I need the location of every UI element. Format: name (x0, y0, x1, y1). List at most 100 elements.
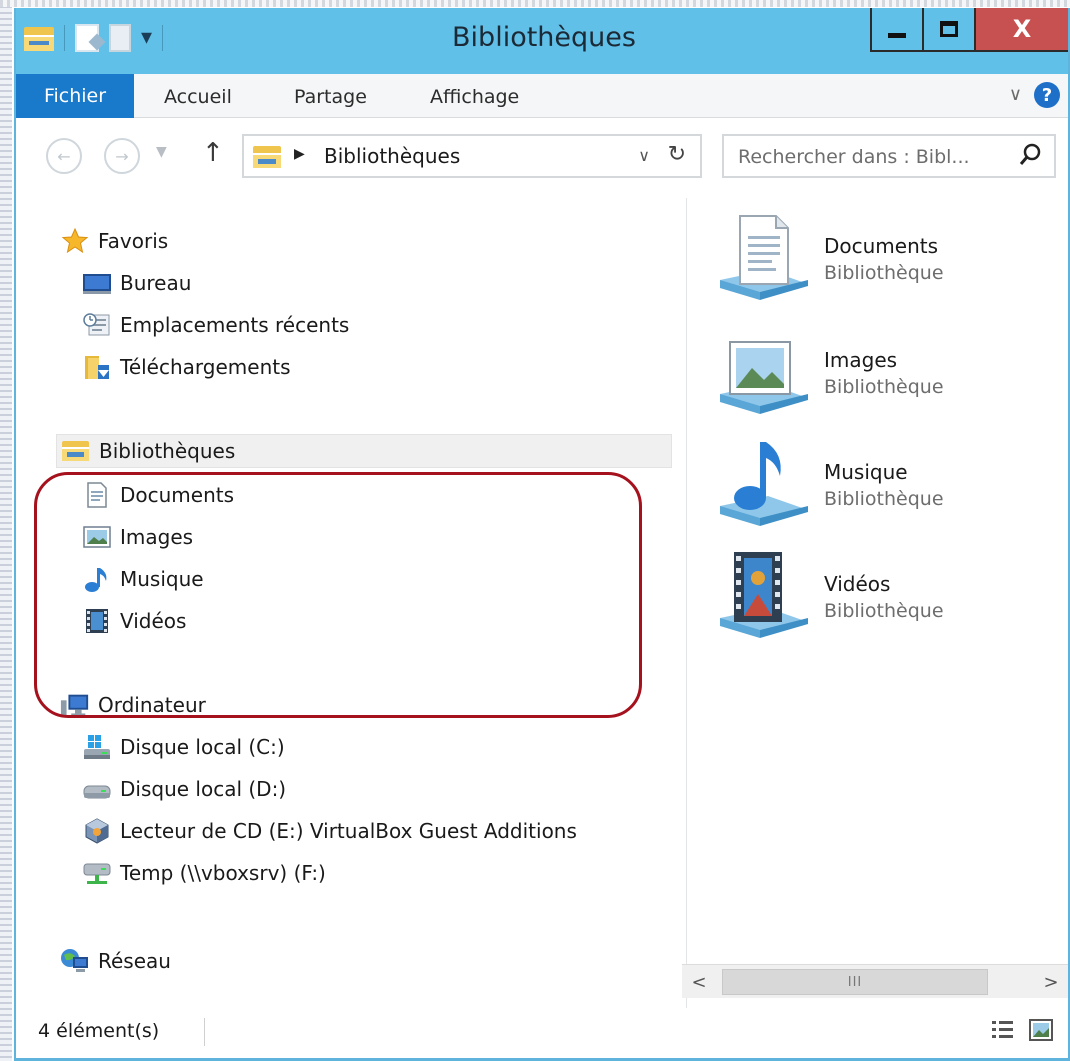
nav-label: Vidéos (120, 609, 187, 633)
maximize-icon (940, 21, 958, 37)
recent-places-icon (82, 312, 112, 338)
nav-label: Emplacements récents (120, 313, 350, 337)
images-icon (82, 524, 112, 550)
nav-label: Bureau (120, 271, 192, 295)
nav-label: Réseau (98, 949, 171, 973)
nav-favoris[interactable]: Favoris (60, 224, 168, 258)
address-bar[interactable]: ▶ Bibliothèques ∨ ↻ (242, 134, 702, 178)
breadcrumb-arrow-icon[interactable]: ▶ (294, 146, 305, 162)
ribbon-tabs: Fichier Accueil Partage Affichage ∨ ? (16, 74, 1068, 118)
nav-label: Musique (120, 567, 204, 591)
nav-documents[interactable]: Documents (82, 478, 234, 512)
star-icon (60, 227, 90, 254)
refresh-icon[interactable]: ↻ (668, 142, 686, 167)
scrollbar-thumb[interactable]: III (722, 969, 988, 995)
music-library-icon (720, 442, 808, 526)
nav-label: Favoris (98, 229, 169, 253)
search-input[interactable] (736, 142, 1006, 172)
background-dashed-margin (0, 0, 12, 1061)
window-controls: X (870, 8, 1068, 52)
forward-button[interactable]: → (104, 138, 140, 174)
nav-images[interactable]: Images (82, 520, 193, 554)
nav-emplacements-recents[interactable]: Emplacements récents (82, 308, 349, 342)
nav-telechargements[interactable]: Téléchargements (82, 350, 291, 384)
tab-partage[interactable]: Partage (294, 86, 367, 108)
music-icon (82, 566, 112, 592)
library-musique[interactable]: Musique Bibliothèque (714, 436, 1054, 536)
nav-label: Disque local (C:) (120, 735, 285, 759)
search-icon[interactable] (1018, 142, 1042, 170)
back-button[interactable]: ← (46, 138, 82, 174)
nav-videos[interactable]: Vidéos (82, 604, 186, 638)
library-documents[interactable]: Documents Bibliothèque (714, 210, 1054, 310)
expand-ribbon-chevron-icon[interactable]: ∨ (1009, 84, 1022, 105)
navigation-bar: ← → ▼ ↑ ▶ Bibliothèques ∨ ↻ (16, 118, 1068, 198)
navigation-pane: Favoris Bureau Emplacements récents Télé… (16, 198, 686, 1008)
close-button[interactable]: X (974, 8, 1068, 52)
documents-icon (82, 482, 112, 508)
computer-icon (60, 692, 90, 718)
library-name: Musique (824, 460, 908, 484)
pane-divider[interactable] (686, 198, 687, 1008)
tab-fichier[interactable]: Fichier (16, 74, 134, 118)
address-history-dropdown-icon[interactable]: ∨ (638, 146, 650, 165)
nav-label: Documents (120, 483, 235, 507)
nav-disque-local-c[interactable]: Disque local (C:) (82, 730, 285, 764)
nav-musique[interactable]: Musique (82, 562, 204, 596)
nav-label: Temp (\\vboxsrv) (F:) (120, 861, 326, 885)
title-bar: ▾ Bibliothèques X (16, 8, 1068, 74)
library-images[interactable]: Images Bibliothèque (714, 324, 1054, 424)
nav-ordinateur[interactable]: Ordinateur (60, 688, 206, 722)
nav-label: Disque local (D:) (120, 777, 287, 801)
nav-disque-local-d[interactable]: Disque local (D:) (82, 772, 286, 806)
horizontal-scrollbar[interactable]: < III > (682, 964, 1068, 998)
minimize-icon (888, 32, 906, 38)
explorer-window: ▾ Bibliothèques X Fichier Accueil Partag… (14, 8, 1070, 1061)
libraries-icon (61, 438, 91, 464)
library-name: Documents (824, 234, 939, 258)
background-dashed-top (0, 0, 1070, 7)
library-type: Bibliothèque (824, 262, 944, 284)
nav-label: Images (120, 525, 194, 549)
library-type: Bibliothèque (824, 600, 944, 622)
status-separator (204, 1018, 205, 1046)
search-box[interactable] (722, 134, 1056, 178)
network-drive-icon (82, 860, 112, 886)
nav-label: Bibliothèques (99, 439, 236, 463)
videos-icon (82, 608, 112, 634)
library-videos[interactable]: Vidéos Bibliothèque (714, 548, 1054, 648)
tab-affichage[interactable]: Affichage (430, 86, 519, 108)
nav-temp-f[interactable]: Temp (\\vboxsrv) (F:) (82, 856, 326, 890)
hard-drive-icon (82, 776, 112, 802)
scroll-left-button[interactable]: < (684, 965, 714, 999)
scroll-right-button[interactable]: > (1036, 965, 1066, 999)
nav-reseau[interactable]: Réseau (60, 944, 171, 978)
large-icons-view-icon[interactable] (1028, 1018, 1054, 1042)
nav-label: Téléchargements (120, 355, 291, 379)
nav-label: Ordinateur (98, 693, 206, 717)
tab-accueil[interactable]: Accueil (164, 86, 232, 108)
status-bar: 4 élément(s) (16, 1008, 1068, 1058)
nav-lecteur-cd-e[interactable]: Lecteur de CD (E:) VirtualBox Guest Addi… (82, 814, 577, 848)
system-drive-icon (82, 734, 112, 760)
maximize-button[interactable] (922, 8, 974, 52)
downloads-icon (82, 354, 112, 380)
documents-library-icon (720, 215, 808, 300)
library-name: Vidéos (824, 572, 891, 596)
images-library-icon (720, 341, 808, 414)
libraries-icon (253, 146, 281, 168)
recent-locations-dropdown-icon[interactable]: ▼ (156, 144, 167, 160)
videos-library-icon (720, 552, 808, 638)
virtualbox-cd-icon (82, 818, 112, 844)
details-view-icon[interactable] (990, 1018, 1016, 1042)
network-icon (60, 948, 90, 974)
desktop-icon (82, 270, 112, 296)
nav-bureau[interactable]: Bureau (82, 266, 191, 300)
library-name: Images (824, 348, 898, 372)
breadcrumb-bibliotheques[interactable]: Bibliothèques (324, 144, 460, 168)
minimize-button[interactable] (870, 8, 922, 52)
library-type: Bibliothèque (824, 376, 944, 398)
help-icon[interactable]: ? (1034, 82, 1060, 108)
up-button[interactable]: ↑ (202, 138, 224, 168)
nav-bibliotheques[interactable]: Bibliothèques (56, 434, 672, 468)
